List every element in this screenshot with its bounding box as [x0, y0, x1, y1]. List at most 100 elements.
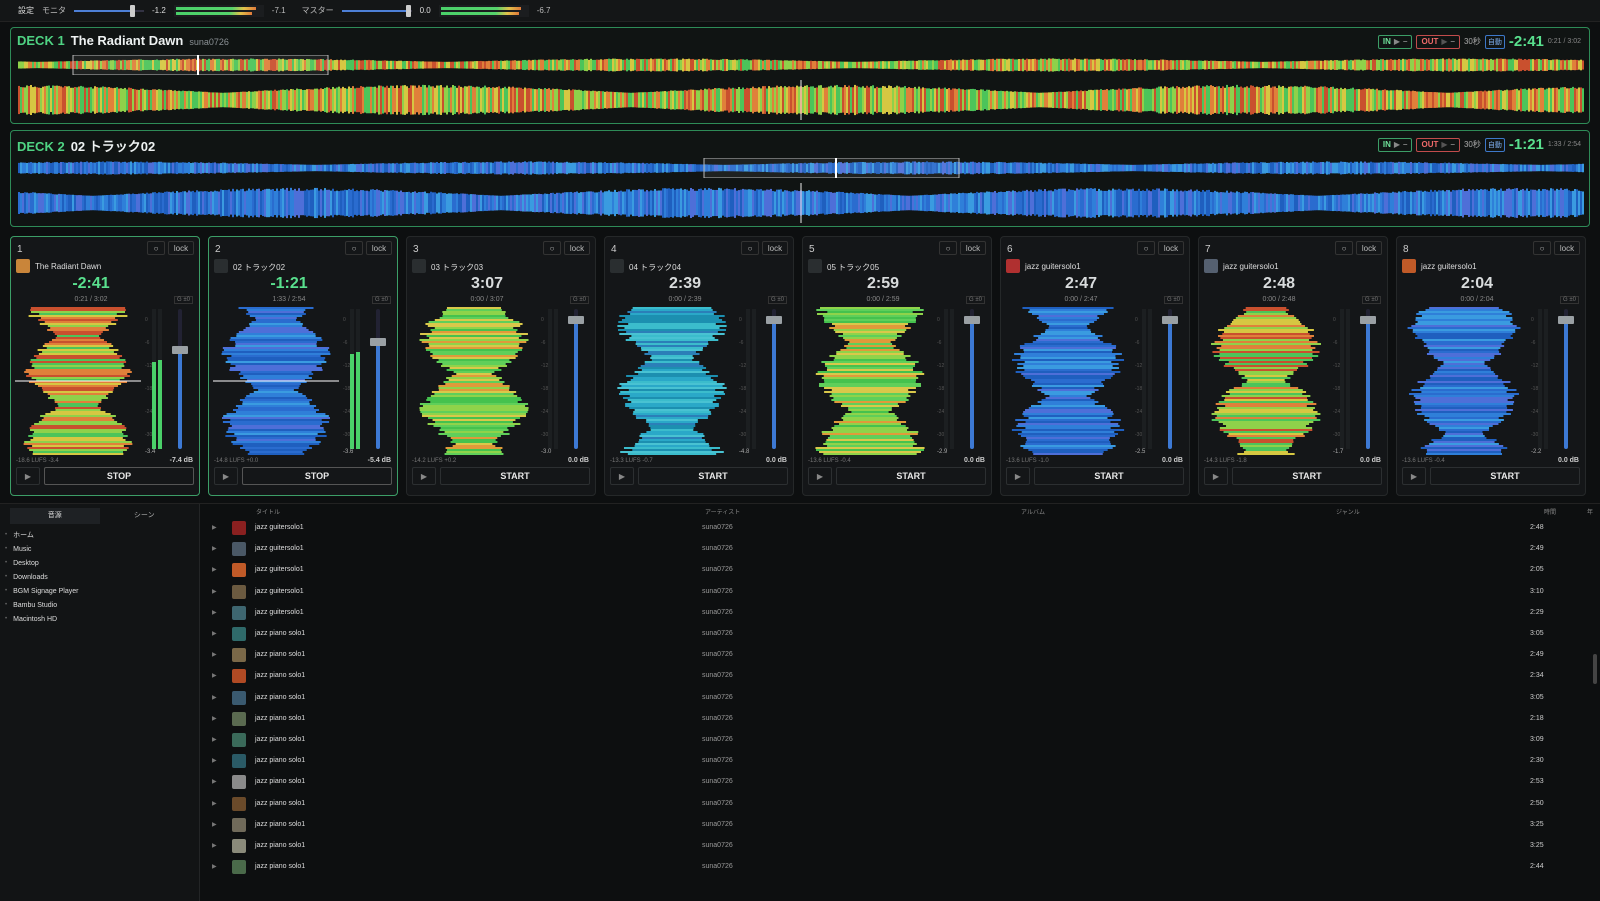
cue-play-button[interactable]: ▶ [1402, 467, 1426, 485]
fader-handle[interactable] [1360, 315, 1376, 324]
gain-badge[interactable]: G ±0 [1560, 296, 1579, 304]
table-row[interactable]: ▶ jazz piano solo1 suna0726 3:25 [200, 815, 1600, 836]
header-artist[interactable]: アーティスト [705, 507, 740, 516]
sync-button[interactable]: ○ [741, 241, 759, 255]
start-button[interactable]: START [1232, 467, 1382, 485]
table-row[interactable]: ▶ jazz piano solo1 suna0726 2:49 [200, 645, 1600, 666]
auto-toggle[interactable]: 自動 [1484, 137, 1505, 152]
sidebar-item[interactable]: • Bambu Studio [0, 598, 199, 612]
lock-button[interactable]: lock [1158, 241, 1184, 255]
sync-button[interactable]: ○ [543, 241, 561, 255]
table-row[interactable]: ▶ jazz piano solo1 suna0726 2:34 [200, 666, 1600, 687]
table-row[interactable]: ▶ jazz piano solo1 suna0726 3:05 [200, 688, 1600, 709]
sync-button[interactable]: ○ [939, 241, 957, 255]
cue-play-button[interactable]: ▶ [412, 467, 436, 485]
row-play-icon[interactable]: ▶ [212, 842, 217, 849]
sidebar-item[interactable]: • Desktop [0, 556, 199, 570]
cue-play-button[interactable]: ▶ [1204, 467, 1228, 485]
lock-button[interactable]: lock [366, 241, 392, 255]
volume-fader[interactable] [1162, 309, 1178, 449]
start-button[interactable]: START [836, 467, 986, 485]
card-waveform[interactable] [15, 307, 141, 455]
row-play-icon[interactable]: ▶ [212, 821, 217, 828]
table-row[interactable]: ▶ jazz piano solo1 suna0726 2:50 [200, 794, 1600, 815]
lock-button[interactable]: lock [1356, 241, 1382, 255]
fader-handle[interactable] [370, 338, 386, 347]
list-scrollbar[interactable] [1593, 654, 1597, 684]
table-row[interactable]: ▶ jazz piano solo1 suna0726 3:25 [200, 836, 1600, 857]
fader-handle[interactable] [568, 315, 584, 324]
fader-handle[interactable] [1162, 315, 1178, 324]
start-button[interactable]: START [1034, 467, 1184, 485]
row-play-icon[interactable]: ▶ [212, 672, 217, 679]
table-row[interactable]: ▶ jazz guitersolo1 suna0726 2:49 [200, 539, 1600, 560]
detail-waveform[interactable] [18, 80, 1584, 120]
sync-button[interactable]: ○ [147, 241, 165, 255]
sidebar-item[interactable]: • BGM Signage Player [0, 584, 199, 598]
row-play-icon[interactable]: ▶ [212, 609, 217, 616]
volume-fader[interactable] [1360, 309, 1376, 449]
header-time[interactable]: 時間 [1544, 507, 1556, 516]
lock-button[interactable]: lock [1554, 241, 1580, 255]
fade-seconds[interactable]: 30秒 [1464, 139, 1481, 150]
lock-button[interactable]: lock [168, 241, 194, 255]
row-play-icon[interactable]: ▶ [212, 630, 217, 637]
card-waveform[interactable] [1005, 307, 1131, 455]
header-album[interactable]: アルバム [1021, 507, 1045, 516]
header-genre[interactable]: ジャンル [1336, 507, 1360, 516]
volume-fader[interactable] [964, 309, 980, 449]
header-title[interactable]: タイトル [256, 507, 280, 516]
table-row[interactable]: ▶ jazz piano solo1 suna0726 2:18 [200, 709, 1600, 730]
fader-handle[interactable] [1558, 315, 1574, 324]
gain-badge[interactable]: G ±0 [1362, 296, 1381, 304]
fader-handle[interactable] [964, 315, 980, 324]
gain-badge[interactable]: G ±0 [1164, 296, 1183, 304]
cue-play-button[interactable]: ▶ [1006, 467, 1030, 485]
fade-in-toggle[interactable]: IN ▶ – [1377, 34, 1413, 49]
card-waveform[interactable] [213, 307, 339, 455]
volume-fader[interactable] [766, 309, 782, 449]
start-button[interactable]: START [1430, 467, 1580, 485]
row-play-icon[interactable]: ▶ [212, 800, 217, 807]
fade-seconds[interactable]: 30秒 [1464, 36, 1481, 47]
table-row[interactable]: ▶ jazz guitersolo1 suna0726 3:10 [200, 582, 1600, 603]
sidebar-item[interactable]: • ホーム [0, 528, 199, 542]
sync-button[interactable]: ○ [1335, 241, 1353, 255]
gain-badge[interactable]: G ±0 [966, 296, 985, 304]
gain-badge[interactable]: G ±0 [768, 296, 787, 304]
table-row[interactable]: ▶ jazz piano solo1 suna0726 3:05 [200, 624, 1600, 645]
detail-waveform[interactable] [18, 183, 1584, 223]
card-waveform[interactable] [807, 307, 933, 455]
header-year[interactable]: 年 [1587, 507, 1593, 516]
card-waveform[interactable] [1203, 307, 1329, 455]
overview-waveform[interactable] [18, 158, 1584, 178]
card-waveform[interactable] [609, 307, 735, 455]
table-row[interactable]: ▶ jazz piano solo1 suna0726 2:53 [200, 772, 1600, 793]
table-row[interactable]: ▶ jazz guitersolo1 suna0726 2:29 [200, 603, 1600, 624]
sync-button[interactable]: ○ [345, 241, 363, 255]
row-play-icon[interactable]: ▶ [212, 863, 217, 870]
row-play-icon[interactable]: ▶ [212, 778, 217, 785]
cue-play-button[interactable]: ▶ [16, 467, 40, 485]
start-button[interactable]: START [638, 467, 788, 485]
table-row[interactable]: ▶ jazz guitersolo1 suna0726 2:05 [200, 560, 1600, 581]
tab-scenes[interactable]: シーン [100, 508, 190, 524]
row-play-icon[interactable]: ▶ [212, 715, 217, 722]
row-play-icon[interactable]: ▶ [212, 524, 217, 531]
monitor-fader[interactable] [74, 4, 144, 17]
sidebar-item[interactable]: • Music [0, 542, 199, 556]
volume-fader[interactable] [568, 309, 584, 449]
row-play-icon[interactable]: ▶ [212, 736, 217, 743]
tab-sources[interactable]: 音源 [10, 508, 100, 524]
table-row[interactable]: ▶ jazz piano solo1 suna0726 3:09 [200, 730, 1600, 751]
cue-play-button[interactable]: ▶ [808, 467, 832, 485]
volume-fader[interactable] [172, 309, 188, 449]
gain-badge[interactable]: G ±0 [372, 296, 391, 304]
table-row[interactable]: ▶ jazz guitersolo1 suna0726 2:48 [200, 518, 1600, 539]
cue-play-button[interactable]: ▶ [214, 467, 238, 485]
row-play-icon[interactable]: ▶ [212, 566, 217, 573]
gain-badge[interactable]: G ±0 [570, 296, 589, 304]
cue-play-button[interactable]: ▶ [610, 467, 634, 485]
card-waveform[interactable] [1401, 307, 1527, 455]
fader-handle[interactable] [172, 345, 188, 354]
